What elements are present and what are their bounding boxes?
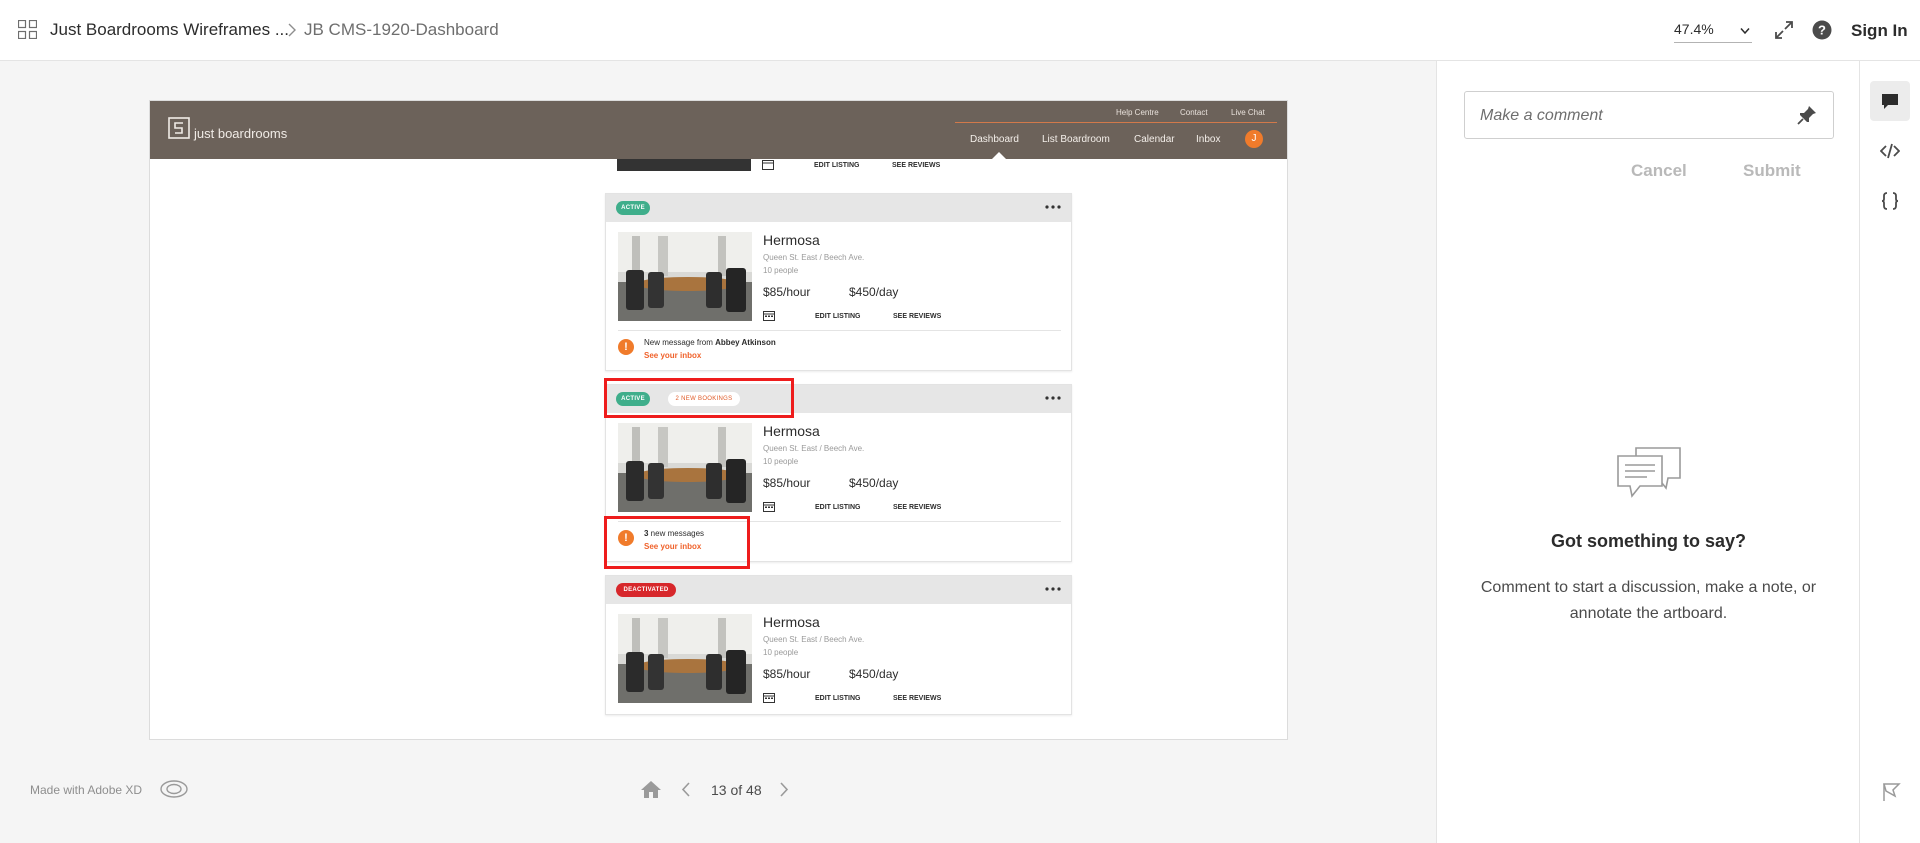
see-reviews-link[interactable]: SEE REVIEWS — [892, 162, 940, 169]
listing-capacity: 10 people — [763, 648, 799, 657]
nav-calendar[interactable]: Calendar — [1134, 134, 1175, 145]
edit-listing-link[interactable]: EDIT LISTING — [815, 313, 861, 320]
code-icon — [1880, 143, 1900, 159]
see-reviews-link[interactable]: SEE REVIEWS — [893, 695, 941, 702]
cancel-button[interactable]: Cancel — [1631, 161, 1687, 181]
logo-icon — [168, 117, 190, 139]
nav-list-boardroom[interactable]: List Boardroom — [1042, 134, 1110, 145]
flag-icon[interactable] — [1881, 782, 1901, 802]
top-bar: Just Boardrooms Wireframes ... JB CMS-19… — [0, 0, 1920, 61]
grid-icon[interactable] — [18, 20, 37, 39]
chevron-right-icon — [288, 23, 296, 37]
nav-dashboard[interactable]: Dashboard — [970, 134, 1019, 145]
price-per-hour: $85/hour — [763, 667, 811, 681]
site-header: just boardrooms Help Centre Contact Live… — [150, 101, 1287, 159]
zoom-select[interactable]: 47.4% — [1674, 19, 1752, 43]
calendar-icon[interactable] — [763, 692, 775, 703]
price-per-day: $450/day — [849, 285, 899, 299]
specs-tab[interactable] — [1870, 181, 1910, 221]
home-icon[interactable] — [640, 780, 662, 799]
highlight-box-messages — [604, 516, 750, 569]
boardroom-photo — [618, 232, 752, 321]
svg-text:?: ? — [1818, 23, 1826, 38]
see-reviews-link[interactable]: SEE REVIEWS — [893, 313, 941, 320]
edit-listing-link[interactable]: EDIT LISTING — [815, 504, 861, 511]
breadcrumb-project[interactable]: Just Boardrooms Wireframes ... — [50, 20, 289, 40]
contact-link[interactable]: Contact — [1180, 108, 1208, 117]
listing-title[interactable]: Hermosa — [763, 614, 820, 630]
breadcrumb-artboard: JB CMS-1920-Dashboard — [304, 20, 499, 39]
alert-icon: ! — [618, 339, 634, 355]
header-divider — [955, 122, 1277, 123]
listing-address: Queen St. East / Beech Ave. — [763, 635, 865, 644]
right-rail — [1859, 61, 1920, 843]
expand-icon[interactable] — [1774, 20, 1794, 40]
help-centre-link[interactable]: Help Centre — [1116, 108, 1159, 117]
comment-input[interactable]: Make a comment — [1464, 91, 1834, 139]
chevron-down-icon — [1740, 28, 1750, 35]
nav-inbox[interactable]: Inbox — [1196, 134, 1220, 145]
chevron-left-icon[interactable] — [680, 782, 692, 797]
calendar-icon[interactable] — [763, 501, 775, 512]
see-reviews-link[interactable]: SEE REVIEWS — [893, 504, 941, 511]
calendar-icon[interactable] — [763, 310, 775, 321]
card-header: DEACTIVATED — [606, 576, 1071, 604]
listing-address: Queen St. East / Beech Ave. — [763, 444, 865, 453]
empty-state-title: Got something to say? — [1550, 531, 1746, 551]
chevron-right-icon[interactable] — [778, 782, 790, 797]
listing-capacity: 10 people — [763, 457, 799, 466]
speech-bubbles-icon — [1617, 447, 1681, 498]
braces-icon — [1881, 192, 1899, 210]
submit-button[interactable]: Submit — [1743, 161, 1801, 181]
listing-capacity: 10 people — [763, 266, 799, 275]
help-icon[interactable]: ? — [1812, 20, 1832, 40]
divider — [618, 330, 1061, 331]
comments-panel: Make a comment Cancel Submit Got somethi… — [1436, 61, 1859, 843]
edit-listing-link[interactable]: EDIT LISTING — [815, 695, 861, 702]
listing-title[interactable]: Hermosa — [763, 232, 820, 248]
live-chat-link[interactable]: Live Chat — [1231, 108, 1265, 117]
edit-listing-link[interactable]: EDIT LISTING — [814, 162, 860, 169]
price-per-hour: $85/hour — [763, 476, 811, 490]
sign-in-button[interactable]: Sign In — [1851, 21, 1908, 41]
creative-cloud-icon — [160, 780, 188, 798]
more-options-icon[interactable] — [1045, 203, 1061, 211]
code-tab[interactable] — [1870, 131, 1910, 171]
status-badge: DEACTIVATED — [616, 583, 676, 597]
price-per-day: $450/day — [849, 667, 899, 681]
status-badge: ACTIVE — [616, 201, 650, 215]
card-header: ACTIVE — [606, 194, 1071, 222]
alert-message: New message from Abbey Atkinson — [644, 338, 776, 347]
comments-tab[interactable] — [1870, 81, 1910, 121]
zoom-value: 47.4% — [1674, 21, 1714, 37]
more-options-icon[interactable] — [1045, 585, 1061, 593]
active-nav-indicator — [992, 152, 1006, 159]
listing-address: Queen St. East / Beech Ave. — [763, 253, 865, 262]
comment-icon — [1882, 94, 1898, 109]
see-inbox-link[interactable]: See your inbox — [644, 351, 701, 360]
artboard: just boardrooms Help Centre Contact Live… — [149, 100, 1288, 740]
listing-card-partial: EDIT LISTING SEE REVIEWS — [605, 159, 1072, 173]
listing-card: ACTIVE Hermosa Queen St. East / Beech Av… — [605, 193, 1072, 371]
price-per-day: $450/day — [849, 476, 899, 490]
calendar-icon[interactable] — [762, 159, 774, 170]
comment-placeholder: Make a comment — [1480, 107, 1603, 124]
listing-title[interactable]: Hermosa — [763, 423, 820, 439]
pin-icon[interactable] — [1797, 105, 1817, 125]
more-options-icon[interactable] — [1045, 394, 1061, 402]
made-with-adobe-xd: Made with Adobe XD — [30, 783, 143, 797]
boardroom-photo — [618, 614, 752, 703]
listing-card: DEACTIVATED Hermosa Queen St. East / Bee… — [605, 575, 1072, 715]
avatar[interactable]: J — [1245, 130, 1263, 148]
logo-text: just boardrooms — [194, 126, 288, 141]
empty-state-description: Comment to start a discussion, make a no… — [1480, 579, 1817, 622]
listing-photo — [617, 159, 751, 171]
canvas-area: just boardrooms Help Centre Contact Live… — [0, 61, 1436, 843]
page-indicator: 13 of 48 — [711, 782, 762, 798]
price-per-hour: $85/hour — [763, 285, 811, 299]
highlight-box-bookings — [604, 378, 794, 418]
boardroom-photo — [618, 423, 752, 512]
